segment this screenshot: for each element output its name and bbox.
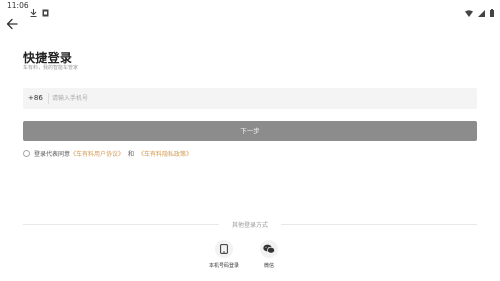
- phone-field: +86: [23, 88, 477, 109]
- privacy-policy-link[interactable]: 《车有料隐私政策》: [138, 149, 192, 158]
- download-icon: [30, 2, 37, 21]
- mobile-phone-icon: [215, 240, 233, 258]
- notification-icon: [42, 2, 49, 21]
- wechat-login-button[interactable]: 微信: [249, 240, 289, 269]
- signal-icon: [478, 2, 485, 21]
- back-button[interactable]: [6, 15, 22, 30]
- agreement-conjunction: 和: [128, 151, 135, 158]
- wechat-icon: [260, 240, 278, 258]
- battery-icon: [490, 2, 494, 21]
- agreement-checkbox[interactable]: [23, 150, 30, 157]
- user-agreement-link[interactable]: 《车有料用户协议》: [70, 149, 124, 158]
- agreement-prefix: 登录代表同意: [34, 151, 71, 158]
- divider-line: [281, 224, 477, 225]
- local-number-login-button[interactable]: 本机号码登录: [204, 240, 244, 269]
- page-subtitle: 车有料，我的智能车管家: [23, 65, 79, 71]
- status-bar: 11:06: [0, 0, 500, 17]
- arrow-left-icon: [6, 15, 18, 34]
- wifi-icon: [465, 2, 473, 21]
- phone-input[interactable]: [52, 91, 462, 106]
- other-login-divider: 其他登录方式: [23, 219, 477, 229]
- agreement-row: 登录代表同意 《车有料用户协议》 和 《车有料隐私政策》: [23, 149, 192, 158]
- local-number-login-label: 本机号码登录: [208, 263, 239, 269]
- status-time: 11:06: [7, 1, 29, 10]
- divider: [48, 93, 49, 104]
- wechat-login-label: 微信: [263, 263, 274, 269]
- next-button[interactable]: 下一步: [23, 121, 477, 141]
- country-code-selector[interactable]: +86: [28, 94, 43, 102]
